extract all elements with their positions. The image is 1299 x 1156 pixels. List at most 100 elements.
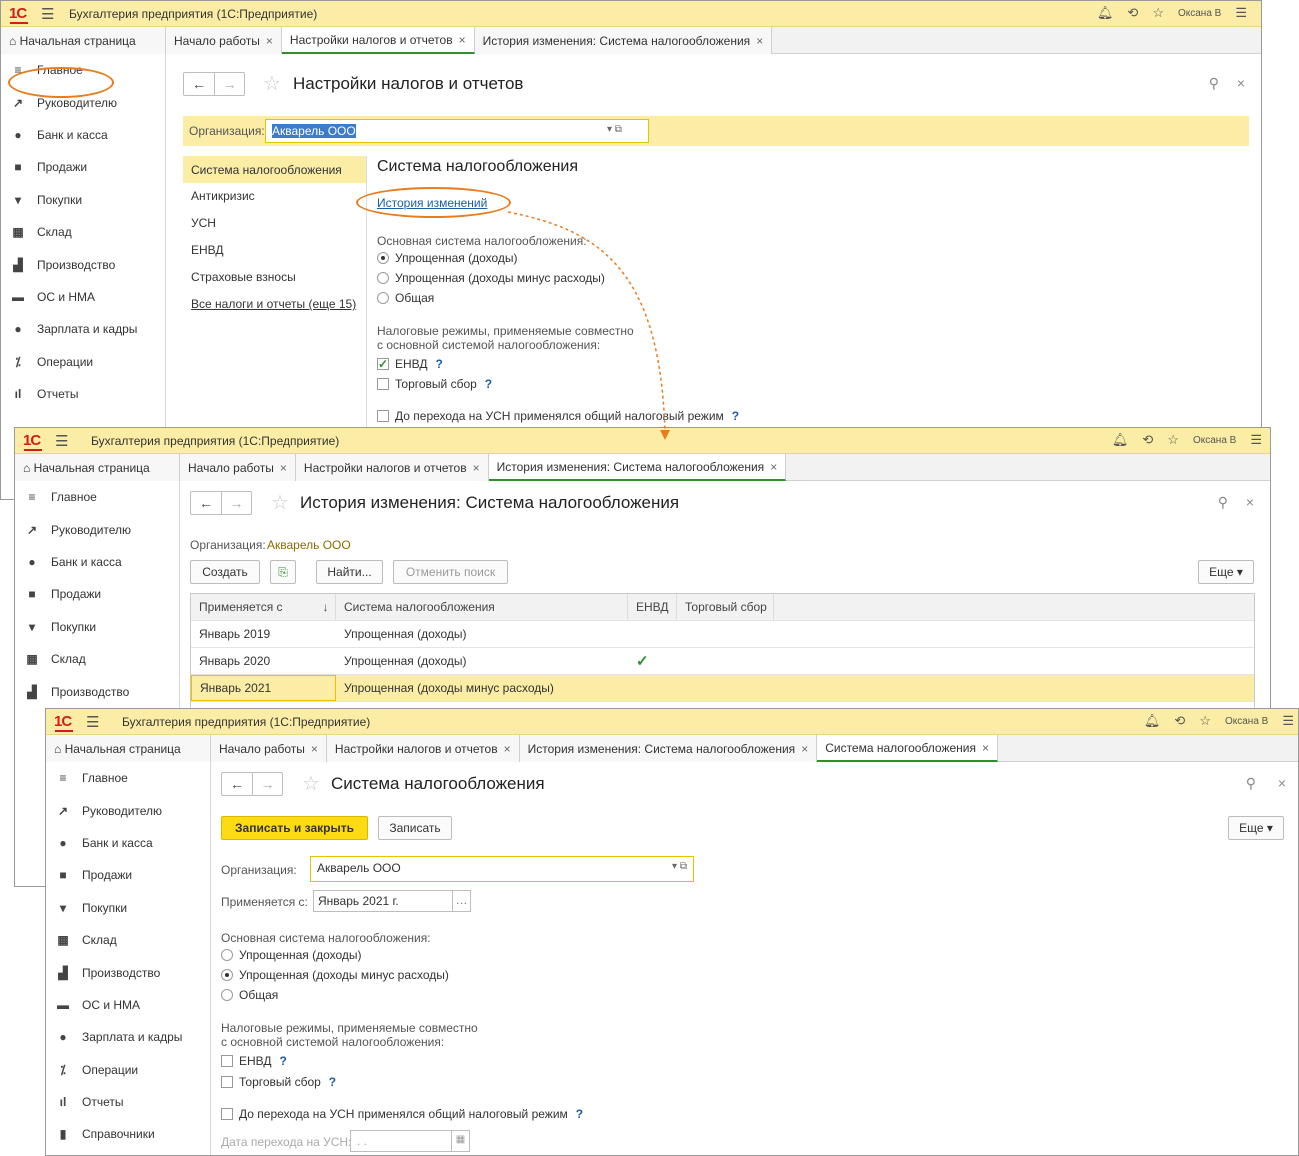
radio-usn-income-expense[interactable]: Упрощенная (доходы минус расходы) [377,271,605,285]
close-icon[interactable]: × [982,741,989,755]
radio-general[interactable]: Общая [221,988,278,1002]
forward-arrow-icon[interactable]: → [252,773,282,795]
bell-icon[interactable]: 🔔︎ [1112,432,1129,448]
tab-home[interactable]: ⌂ Начальная страница [1,27,166,54]
find-button[interactable]: Найти... [316,560,383,584]
sidebar-item-sales[interactable]: ■ Продажи [15,578,179,610]
close-icon[interactable]: × [770,460,777,474]
help-icon[interactable]: ? [732,409,739,423]
close-icon[interactable]: × [1237,75,1245,91]
radio-general[interactable]: Общая [377,291,434,305]
tab-start[interactable]: Начало работы × [166,27,282,54]
user-name[interactable]: Оксана В [1193,435,1236,446]
checkbox[interactable] [221,1108,233,1120]
select-icon[interactable]: … [452,891,470,911]
menu-icon[interactable]: ☰ [41,5,54,23]
tab-history[interactable]: История изменения: Система налогообложен… [474,27,773,54]
table-row[interactable]: Январь 2020 Упрощенная (доходы) ✓ [191,648,1254,675]
checkbox[interactable] [221,1076,233,1088]
sidebar-item-sales[interactable]: ■ Продажи [46,859,210,891]
checkbox[interactable] [377,410,389,422]
history-icon[interactable]: ⟲ [1142,432,1153,448]
user-name[interactable]: Оксана В [1178,8,1221,19]
help-icon[interactable]: ? [576,1107,583,1121]
tab-settings[interactable]: Настройки налогов и отчетов × [326,735,520,762]
more-button[interactable]: Еще ▾ [1198,560,1254,584]
table-row-selected[interactable]: Январь 2021 Упрощенная (доходы минус рас… [191,675,1254,702]
checkbox-usn-transition[interactable]: До перехода на УСН применялся общий нало… [221,1107,583,1121]
cancel-search-button[interactable]: Отменить поиск [393,560,508,584]
sidebar-item-director[interactable]: ↗ Руководителю [15,513,179,545]
sidebar-item-purchases[interactable]: ▾ Покупки [1,184,165,216]
tab-start[interactable]: Начало работы × [211,735,327,762]
history-icon[interactable]: ⟲ [1127,5,1138,21]
checkbox-trade-fee[interactable]: Торговый сбор? [221,1075,336,1089]
close-icon[interactable]: × [1278,775,1286,791]
sidebar-item-production[interactable]: ▟ Производство [46,956,210,988]
sidebar-item-operations[interactable]: ⁒ Операции [1,346,165,378]
sidebar-item-reports[interactable]: ıl Отчеты [46,1086,210,1118]
settings-menu-icon[interactable]: ☰ [1250,432,1262,448]
table-row[interactable]: Январь 2019 Упрощенная (доходы) [191,621,1254,648]
tab-home[interactable]: ⌂ Начальная страница [15,454,180,481]
sidebar-item-warehouse[interactable]: ▦ Склад [1,216,165,248]
tab-start[interactable]: Начало работы × [180,454,296,481]
nav-item-anticrisis[interactable]: Антикризис [183,183,366,210]
sidebar-item-production[interactable]: ▟ Производство [1,248,165,280]
sidebar-item-assets[interactable]: ▬ ОС и НМА [1,281,165,313]
close-icon[interactable]: × [1246,494,1254,510]
sidebar-item-main[interactable]: ≡ Главное [46,762,210,794]
save-and-close-button[interactable]: Записать и закрыть [221,816,368,840]
sidebar-item-assets[interactable]: ▬ ОС и НМА [46,989,210,1021]
nav-item-all-taxes[interactable]: Все налоги и отчеты (еще 15) [183,291,366,318]
bell-icon[interactable]: 🔔︎ [1097,5,1114,21]
history-icon[interactable]: ⟲ [1174,713,1185,729]
checkbox[interactable] [377,378,389,390]
sidebar-item-director[interactable]: ↗ Руководителю [46,794,210,826]
sidebar-item-references[interactable]: ▮ Справочники [46,1118,210,1150]
sidebar-item-main[interactable]: ≡ Главное [15,481,179,513]
column-header[interactable]: Торговый сбор [677,594,774,620]
forward-arrow-icon[interactable]: → [221,492,251,514]
column-header[interactable]: Применяется с ↓ [191,594,336,620]
settings-menu-icon[interactable]: ☰ [1282,713,1294,729]
favorite-star-icon[interactable]: ☆ [302,771,320,796]
radio-button[interactable] [221,989,233,1001]
checkbox-trade-fee[interactable]: Торговый сбор? [377,377,492,391]
star-icon[interactable]: ☆ [1152,5,1164,21]
radio-button[interactable] [377,272,389,284]
sidebar-item-reports[interactable]: ıl Отчеты [1,378,165,410]
link-icon[interactable]: ⚲ [1209,75,1219,92]
org-value[interactable]: Акварель ООО [267,538,351,552]
sidebar-item-purchases[interactable]: ▾ Покупки [46,892,210,924]
copy-icon[interactable]: ⎘ [270,560,296,584]
help-icon[interactable]: ? [280,1054,287,1068]
tab-settings[interactable]: Настройки налогов и отчетов × [281,27,475,54]
checkbox-usn-transition[interactable]: До перехода на УСН применялся общий нало… [377,409,739,423]
more-button[interactable]: Еще ▾ [1228,816,1284,840]
tab-history[interactable]: История изменения: Система налогообложен… [519,735,818,762]
radio-button[interactable] [377,292,389,304]
sidebar-item-salary[interactable]: ● Зарплата и кадры [46,1021,210,1053]
dropdown-arrow-icon[interactable]: ▾ ⧉ [672,861,687,872]
menu-icon[interactable]: ☰ [55,432,68,450]
close-icon[interactable]: × [504,742,511,756]
sidebar-item-sales[interactable]: ■ Продажи [1,151,165,183]
radio-button[interactable] [377,252,389,264]
calendar-icon[interactable]: ▦ [451,1131,469,1151]
column-header[interactable]: ЕНВД [628,594,677,620]
star-icon[interactable]: ☆ [1199,713,1211,729]
nav-item-tax-system[interactable]: Система налогообложения [183,156,366,183]
radio-usn-income[interactable]: Упрощенная (доходы) [377,251,518,265]
checkbox-envd[interactable]: ЕНВД? [221,1054,287,1068]
nav-item-insurance[interactable]: Страховые взносы [183,264,366,291]
nav-item-usn[interactable]: УСН [183,210,366,237]
sidebar-item-operations[interactable]: ⁒ Операции [46,1054,210,1086]
back-arrow-icon[interactable]: ← [184,73,214,95]
sidebar-item-bank[interactable]: ● Банк и касса [1,119,165,151]
tab-home[interactable]: ⌂ Начальная страница [46,735,211,762]
checkbox[interactable] [221,1055,233,1067]
close-icon[interactable]: × [473,461,480,475]
menu-icon[interactable]: ☰ [86,713,99,731]
link-icon[interactable]: ⚲ [1246,775,1256,792]
